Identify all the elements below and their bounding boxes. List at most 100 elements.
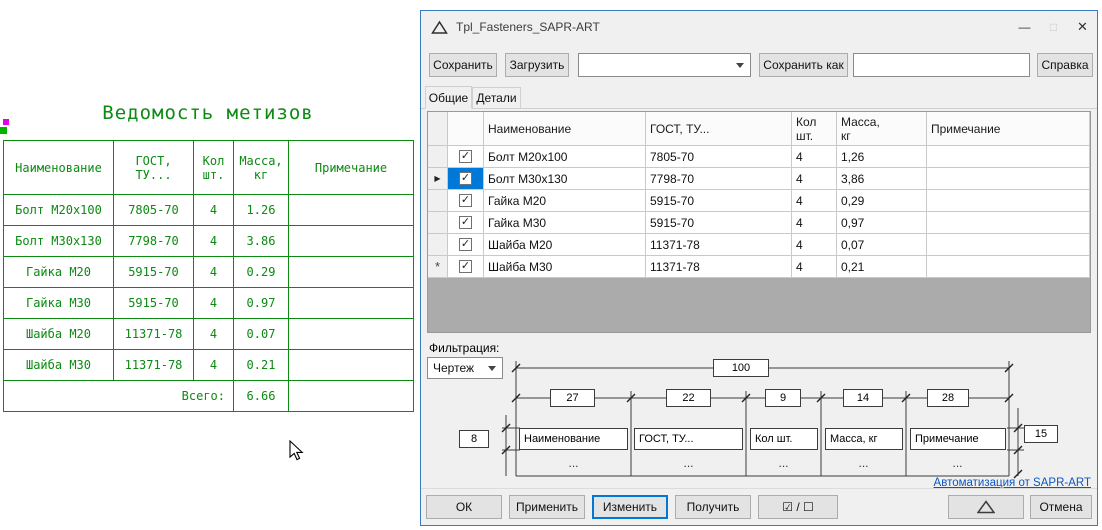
cell-qty[interactable]: 4 [792,256,837,278]
checkbox-checked-icon[interactable]: ✓ [459,172,472,185]
cell-qty[interactable]: 4 [792,146,837,168]
diagram-col-label[interactable]: ГОСТ, ТУ... [634,428,743,450]
diagram-col-label[interactable]: Примечание [910,428,1006,450]
cell-mass[interactable]: 3,86 [837,168,927,190]
cell-mass[interactable]: 1,26 [837,146,927,168]
cell-mass[interactable]: 0,21 [837,256,927,278]
cell-note[interactable] [927,190,1090,212]
cell-qty: 4 [194,257,234,288]
dim-data-row-height[interactable]: 15 [1024,425,1058,443]
cell-name[interactable]: Гайка М30 [484,212,646,234]
row-checkbox-cell[interactable]: ✓ [448,146,484,168]
diagram-col-label[interactable]: Наименование [519,428,628,450]
cell-name[interactable]: Болт М20х100 [484,146,646,168]
checkbox-checked-icon[interactable]: ✓ [459,260,472,273]
cancel-button[interactable]: Отмена [1030,495,1092,519]
cell-gost[interactable]: 7805-70 [646,146,792,168]
row-checkbox-cell[interactable]: ✓ [448,234,484,256]
dim-col-width[interactable]: 14 [843,389,883,407]
cell-note[interactable] [927,146,1090,168]
row-selector-current[interactable]: ▶ [428,168,448,190]
ok-button[interactable]: ОК [426,495,502,519]
dim-col-width[interactable]: 22 [666,389,711,407]
edit-button[interactable]: Изменить [592,495,668,519]
titlebar[interactable]: Tpl_Fasteners_SAPR-ART — □ ✕ [421,11,1097,43]
minimize-icon[interactable]: — [1010,11,1039,43]
cell-gost[interactable]: 7798-70 [646,168,792,190]
dim-col-width[interactable]: 9 [765,389,801,407]
checkbox-checked-icon[interactable]: ✓ [459,150,472,163]
checkbox-checked-icon[interactable]: ✓ [459,194,472,207]
row-checkbox-cell[interactable]: ✓ [448,212,484,234]
cell-gost: 7805-70 [114,195,194,226]
cell-qty[interactable]: 4 [792,168,837,190]
cell-gost[interactable]: 5915-70 [646,190,792,212]
checkbox-column-header[interactable] [448,112,484,146]
cell-mass[interactable]: 0,07 [837,234,927,256]
cell-gost: 7798-70 [114,226,194,257]
row-selector[interactable] [428,234,448,256]
row-selector[interactable] [428,212,448,234]
checkbox-checked-icon[interactable]: ✓ [459,238,472,251]
row-selector[interactable] [428,146,448,168]
cell-gost[interactable]: 11371-78 [646,234,792,256]
diagram-col-label[interactable]: Масса, кг [825,428,903,450]
checkbox-checked-icon[interactable]: ✓ [459,216,472,229]
dim-header-row-height[interactable]: 8 [459,430,489,448]
triangle-button[interactable] [948,495,1024,519]
table-row[interactable]: ✓ Гайка М20 5915-70 4 0,29 [428,190,1090,212]
load-button[interactable]: Загрузить [505,53,569,77]
toggle-checks-button[interactable]: ☑ / ☐ [758,495,838,519]
row-checkbox-cell[interactable]: ✓ [448,190,484,212]
cell-note[interactable] [927,212,1090,234]
cell-note[interactable] [927,234,1090,256]
row-checkbox-cell[interactable]: ✓ [448,168,484,190]
drawing-col-header: ГОСТ, ТУ... [114,141,194,195]
tab-general[interactable]: Общие [425,86,472,109]
app-logo-triangle-icon [431,20,448,35]
tab-details[interactable]: Детали [472,87,521,109]
get-button[interactable]: Получить [675,495,751,519]
grid-empty-area [428,278,1090,333]
column-header-qty[interactable]: Кол шт. [792,112,837,146]
cell-mass[interactable]: 0,97 [837,212,927,234]
row-selector-new[interactable]: * [428,256,448,278]
diagram-col-label[interactable]: Кол шт. [750,428,818,450]
cell-qty[interactable]: 4 [792,234,837,256]
column-header-gost[interactable]: ГОСТ, ТУ... [646,112,792,146]
cell-name: Болт М30х130 [4,226,114,257]
table-row[interactable]: * ✓ Шайба М30 11371-78 4 0,21 [428,256,1090,278]
column-header-note[interactable]: Примечание [927,112,1090,146]
row-selector[interactable] [428,190,448,212]
cell-gost[interactable]: 11371-78 [646,256,792,278]
cell-qty[interactable]: 4 [792,190,837,212]
cell-gost[interactable]: 5915-70 [646,212,792,234]
diagram-cell-ellipsis: ... [906,456,1009,470]
dim-total-width[interactable]: 100 [713,359,769,377]
table-row-selected[interactable]: ▶ ✓ Болт М30х130 7798-70 4 3,86 [428,168,1090,190]
cell-mass[interactable]: 0,29 [837,190,927,212]
dim-col-width[interactable]: 28 [927,389,969,407]
cell-name[interactable]: Болт М30х130 [484,168,646,190]
cell-name[interactable]: Шайба М30 [484,256,646,278]
dim-col-width[interactable]: 27 [550,389,595,407]
table-row[interactable]: ✓ Болт М20х100 7805-70 4 1,26 [428,146,1090,168]
template-name-input[interactable] [853,53,1030,77]
save-as-button[interactable]: Сохранить как [759,53,848,77]
cell-note[interactable] [927,256,1090,278]
column-header-name[interactable]: Наименование [484,112,646,146]
cell-qty[interactable]: 4 [792,212,837,234]
template-combobox[interactable] [578,53,751,77]
cell-name[interactable]: Шайба М20 [484,234,646,256]
cell-note[interactable] [927,168,1090,190]
cell-qty: 4 [194,350,234,381]
column-header-mass[interactable]: Масса, кг [837,112,927,146]
table-row[interactable]: ✓ Шайба М20 11371-78 4 0,07 [428,234,1090,256]
save-button[interactable]: Сохранить [429,53,497,77]
table-row[interactable]: ✓ Гайка М30 5915-70 4 0,97 [428,212,1090,234]
close-icon[interactable]: ✕ [1068,11,1097,43]
apply-button[interactable]: Применить [509,495,585,519]
row-checkbox-cell[interactable]: ✓ [448,256,484,278]
help-button[interactable]: Справка [1037,53,1093,77]
cell-name[interactable]: Гайка М20 [484,190,646,212]
